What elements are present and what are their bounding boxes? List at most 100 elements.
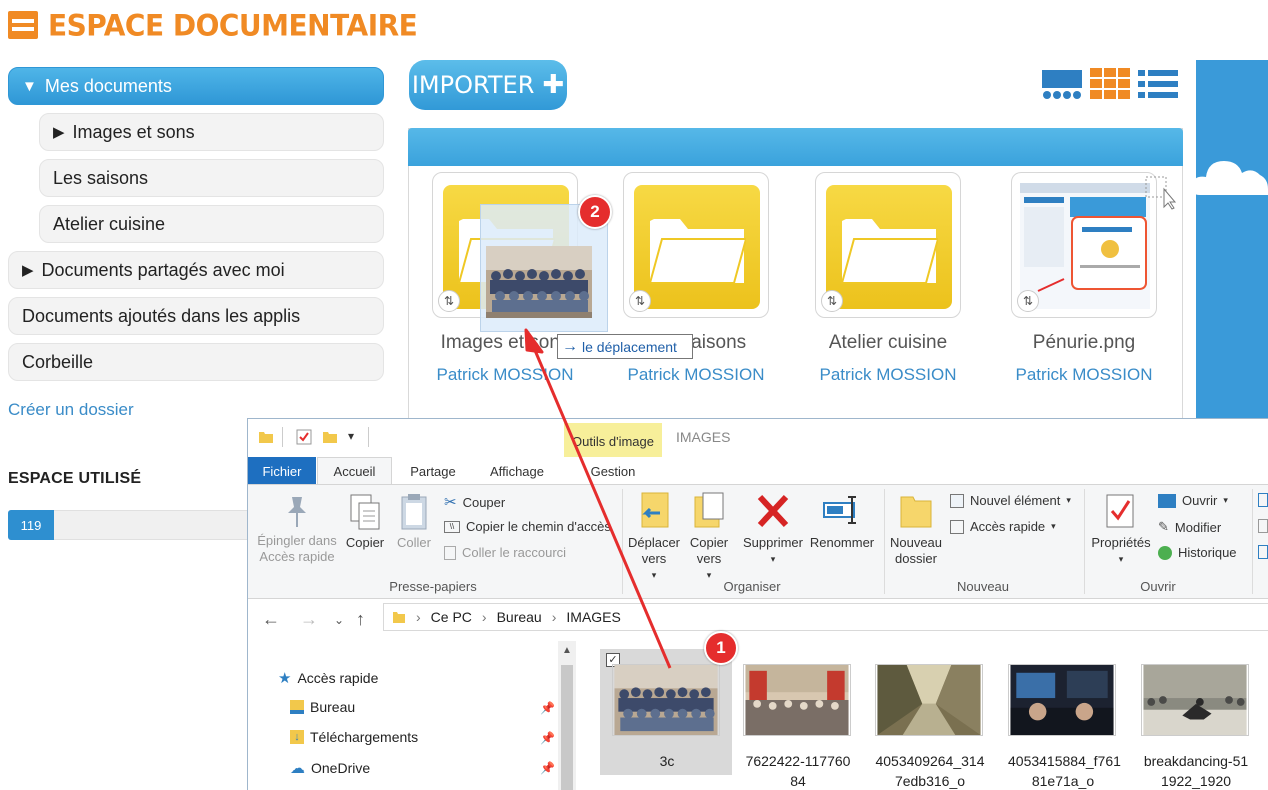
sidebar-item-images-et-sons[interactable]: ▶ Images et sons [39,113,384,151]
new-folder-button[interactable]: Nouveau dossier [888,491,944,567]
file-item[interactable]: 3c [612,664,722,771]
scissors-icon: ✂ [444,494,457,511]
paste-shortcut-label: Coller le raccourci [462,545,567,560]
cut-button[interactable]: ✂ Couper [444,493,505,511]
open-image-icon [1158,493,1176,508]
address-bar[interactable]: › Ce PC › Bureau › IMAGES [383,603,1268,631]
new-item-button[interactable]: Nouvel élément ▾ [950,493,1071,508]
delete-button[interactable]: Supprimer ▾ [740,491,806,567]
tab-fichier[interactable]: Fichier [248,457,316,485]
sidebar-item-corbeille[interactable]: Corbeille [8,343,384,381]
history-label: Historique [1178,545,1237,560]
decorative-side-panel [1196,60,1268,420]
share-icon: ⇅ [438,290,460,312]
sidebar-item-mes-documents[interactable]: ▼ Mes documents [8,67,384,105]
back-arrow-icon[interactable]: ← [262,609,280,630]
caret-down-icon: ▼ [22,77,37,95]
ribbon-overflow [1258,493,1268,573]
sidebar-item-documents-partages[interactable]: ▶ Documents partagés avec moi [8,251,384,289]
import-label: IMPORTER [411,71,535,99]
open-label: Ouvrir [1182,493,1218,508]
caret-right-icon: ▶ [22,262,34,279]
document-owner[interactable]: Patrick MOSSION [410,365,600,385]
copy-path-button[interactable]: \\ Copier le chemin d'accès [444,519,611,534]
quick-access-label: Accès rapide [970,519,1046,534]
step-badge-2: 2 [578,195,612,229]
sidebar-item-les-saisons[interactable]: Les saisons [39,159,384,197]
copy-button[interactable]: Copier [340,493,390,551]
file-name: 7622422-117760 84 [745,753,851,789]
breadcrumb-item[interactable]: Ce PC [431,609,472,625]
tab-gestion[interactable]: Gestion [564,457,662,485]
tab-affichage[interactable]: Affichage [478,457,556,485]
paste-label: Coller [397,535,431,550]
edit-button[interactable]: ✎ Modifier [1158,519,1221,535]
move-to-button[interactable]: Déplacer vers ▾ [626,491,682,583]
open-button[interactable]: Ouvrir ▾ [1158,493,1228,508]
nav-item-onedrive[interactable]: ☁ OneDrive [290,759,370,777]
file-item[interactable]: 4053415884_f761 81e71a_o [1008,664,1121,790]
ribbon-separator [1252,489,1253,594]
file-item[interactable]: 7622422-117760 84 [743,664,853,790]
document-name: Atelier cuisine [828,332,948,353]
paste-shortcut-icon [444,545,456,560]
pin-quick-access-button[interactable]: Épingler dans Accès rapide [254,495,340,565]
new-folder-icon[interactable] [322,429,338,445]
properties-icon[interactable] [296,429,312,445]
recent-locations-icon[interactable]: ⌄ [334,613,344,627]
customize-dropdown-icon[interactable]: ▾ [348,429,354,443]
paste-button[interactable]: Coller [390,493,438,551]
history-button[interactable]: Historique [1158,545,1237,560]
rename-label: Renommer [809,535,875,550]
document-owner[interactable]: Patrick MOSSION [601,365,791,385]
space-used-title: ESPACE UTILISÉ [8,470,142,487]
file-thumbnail [1008,664,1116,736]
paste-icon [401,494,427,530]
cloud-icon: ☁ [290,760,305,777]
breadcrumb-item[interactable]: Bureau [497,609,542,625]
quick-access-button[interactable]: Accès rapide ▾ [950,519,1056,534]
move-to-label: Déplacer vers [627,535,681,566]
properties-button[interactable]: Propriétés ▾ [1088,491,1154,567]
sidebar-item-atelier-cuisine[interactable]: Atelier cuisine [39,205,384,243]
breadcrumb-item[interactable]: IMAGES [566,609,620,625]
file-card-penurie[interactable]: ⇅ [1011,172,1177,318]
contextual-tab-image-tools: Outils d'image [564,423,662,457]
folder-card-les-saisons[interactable]: ⇅ [623,172,769,318]
nav-item-telechargements[interactable]: ↓ Téléchargements [290,729,418,745]
quick-access-icon [950,519,964,534]
share-icon: ⇅ [821,290,843,312]
rename-button[interactable]: Renommer [808,491,876,551]
copy-to-icon [694,492,724,528]
forward-arrow-icon[interactable]: → [300,609,318,630]
import-button[interactable]: IMPORTER ✚ [409,60,567,110]
sidebar-item-documents-applis[interactable]: Documents ajoutés dans les applis [8,297,384,335]
pin-icon [288,497,306,527]
paste-shortcut-button[interactable]: Coller le raccourci [444,545,566,560]
new-item-icon [950,493,964,508]
properties-label: Propriétés [1091,535,1151,550]
document-owner[interactable]: Patrick MOSSION [793,365,983,385]
sidebar-item-label: Documents partagés avec moi [41,259,285,280]
cursor-select-icon [1145,176,1177,210]
list-view-icon[interactable] [1138,68,1178,100]
nav-item-bureau[interactable]: Bureau [290,699,355,715]
up-arrow-icon[interactable]: ↑ [356,609,365,630]
nav-item-quick-access[interactable]: ★ Accès rapide [278,669,378,687]
folder-card-atelier-cuisine[interactable]: ⇅ [815,172,961,318]
file-item[interactable]: breakdancing-51 1922_1920 [1141,664,1251,790]
pinned-icon: 📌 [540,701,555,715]
copy-to-label: Copier vers [689,535,729,566]
grid-view-icon[interactable] [1090,68,1130,100]
file-item[interactable]: 4053409264_314 7edb316_o [875,664,985,790]
tab-accueil[interactable]: Accueil [317,457,392,485]
create-folder-link[interactable]: Créer un dossier [8,400,134,420]
sidebar-item-label: Les saisons [53,167,149,188]
nav-pane-scrollbar[interactable]: ▲ [558,641,576,790]
document-owner[interactable]: Patrick MOSSION [989,365,1179,385]
carousel-view-icon[interactable] [1042,68,1082,100]
pinned-icon: 📌 [540,761,555,775]
group-label-new: Nouveau [956,579,1010,594]
copy-to-button[interactable]: Copier vers ▾ [684,491,734,583]
tab-partage[interactable]: Partage [398,457,468,485]
